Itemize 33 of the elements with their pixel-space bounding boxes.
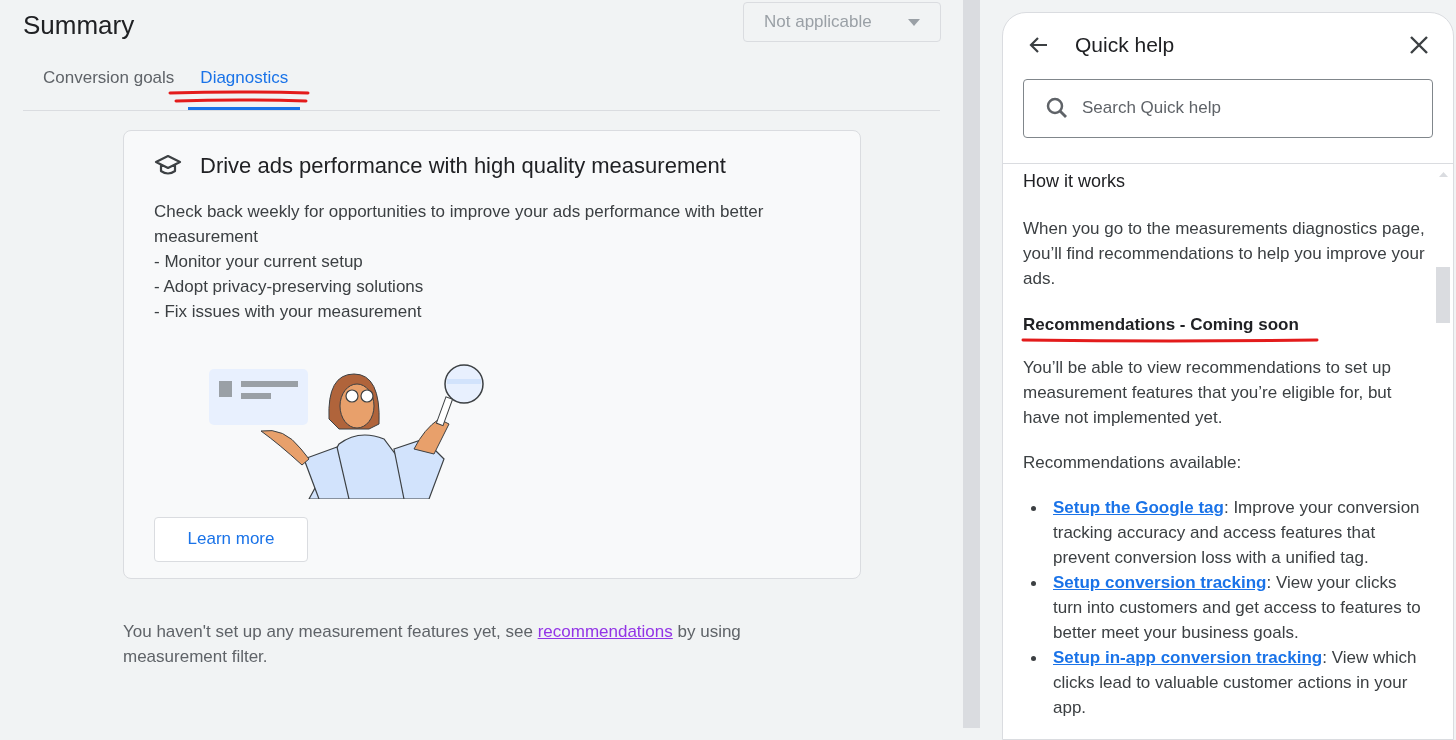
help-link[interactable]: Setup in-app conversion tracking <box>1053 647 1323 667</box>
page-title: Summary <box>23 9 135 42</box>
search-icon <box>1045 95 1069 120</box>
card-text: - Adopt privacy-preserving solutions <box>154 275 425 298</box>
card-text: - Monitor your current setup <box>154 250 364 273</box>
recommendation-text: Setup conversion tracking: View your clicks turn into customers and get access to features to better meet your business goals. <box>1053 571 1422 644</box>
help-paragraph: When you go to the measurements diagnostics page, you’ll find recommendations to help you improve your ads. <box>1023 217 1425 290</box>
recommendations-link[interactable]: recommendations <box>537 621 673 641</box>
recommendation-text: Setup in-app conversion tracking: View which clicks lead to valuable customer actions in your app. <box>1053 646 1418 719</box>
bullet-icon <box>1031 580 1036 586</box>
help-paragraph: Recommendations available: <box>1023 451 1243 474</box>
measurement-note: You haven't set up any measurement features yet, see recommendations by using measurement filter. <box>123 620 742 668</box>
dropdown-caret-icon <box>908 18 920 26</box>
section-subheading: Recommendations - Coming soon <box>1023 314 1299 334</box>
close-icon[interactable] <box>1409 34 1429 55</box>
card-text: - Fix issues with your measurement <box>154 300 423 323</box>
help-paragraph: You’ll be able to view recommendations to set up measurement features that you’re eligible for, but have not implemented yet. <box>1023 356 1393 429</box>
help-link[interactable]: Setup conversion tracking <box>1053 572 1267 592</box>
card-title: Drive ads performance with high quality measurement <box>200 151 726 180</box>
card-text: Check back weekly for opportunities to improve your ads performance with better measurement <box>154 200 765 248</box>
panel-title: Quick help <box>1075 32 1175 58</box>
bullet-icon <box>1031 655 1036 661</box>
section-heading: How it works <box>1023 169 1126 193</box>
bullet-icon <box>1031 505 1036 511</box>
recommendation-text: Setup the Google tag: Improve your conversion tracking accuracy and access features that prevent conversion loss with a unified tag. <box>1053 496 1421 569</box>
scrollbar-thumb[interactable] <box>1436 266 1450 323</box>
tab[interactable]: Diagnostics <box>188 65 301 110</box>
learn-more-button[interactable]: Learn more <box>154 516 308 562</box>
help-link[interactable]: Setup the Google tag <box>1053 497 1224 517</box>
scroll-up-icon[interactable] <box>1438 171 1448 177</box>
graduation-cap-icon <box>154 154 182 176</box>
tab[interactable]: Conversion goals <box>31 65 187 110</box>
search-field[interactable]: Search Quick help <box>1023 78 1433 138</box>
